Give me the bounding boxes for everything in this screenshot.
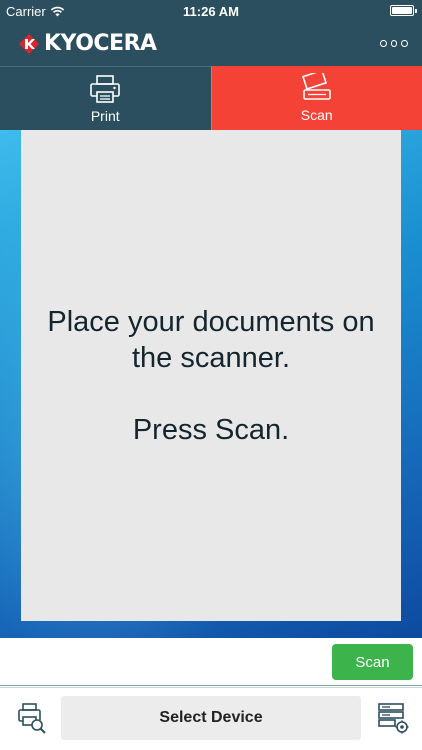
device-search-button[interactable] xyxy=(14,701,48,735)
scanner-icon xyxy=(301,73,331,100)
tab-print-label: Print xyxy=(90,107,120,124)
more-options-button[interactable] xyxy=(380,36,409,50)
server-settings-button[interactable] xyxy=(376,701,410,735)
instruction-press-scan: Press Scan. xyxy=(132,413,290,446)
app-bar: KYOCERA xyxy=(0,22,422,66)
kyocera-logo-mark xyxy=(19,33,39,54)
logo-text: KYOCERA xyxy=(44,31,157,56)
scan-button[interactable]: Scan xyxy=(332,644,413,680)
tab-scan-label: Scan xyxy=(300,107,333,123)
bottom-bar: Select Device xyxy=(0,687,422,750)
instruction-place-documents: Place your documents on the scanner. xyxy=(47,305,375,374)
tab-scan[interactable]: Scan xyxy=(211,66,422,130)
status-bar: Carrier 11:26 AM xyxy=(0,0,422,22)
mode-tabs: Print Scan xyxy=(0,66,422,130)
server-settings-icon xyxy=(378,703,409,734)
clock: 11:26 AM xyxy=(183,4,239,19)
more-horizontal-icon xyxy=(380,39,387,47)
header: Carrier 11:26 AM KYOCERA xyxy=(0,0,422,66)
instruction-panel: Place your documents on the scanner. Pre… xyxy=(21,130,401,621)
printer-icon xyxy=(90,74,121,103)
device-search-icon xyxy=(18,703,46,734)
kyocera-logo: KYOCERA xyxy=(18,31,157,56)
select-device-button[interactable]: Select Device xyxy=(61,696,361,740)
action-bar: Scan xyxy=(0,638,422,686)
battery-icon xyxy=(390,5,417,16)
scan-area: Place your documents on the scanner. Pre… xyxy=(0,130,422,638)
tab-print[interactable]: Print xyxy=(0,66,212,130)
